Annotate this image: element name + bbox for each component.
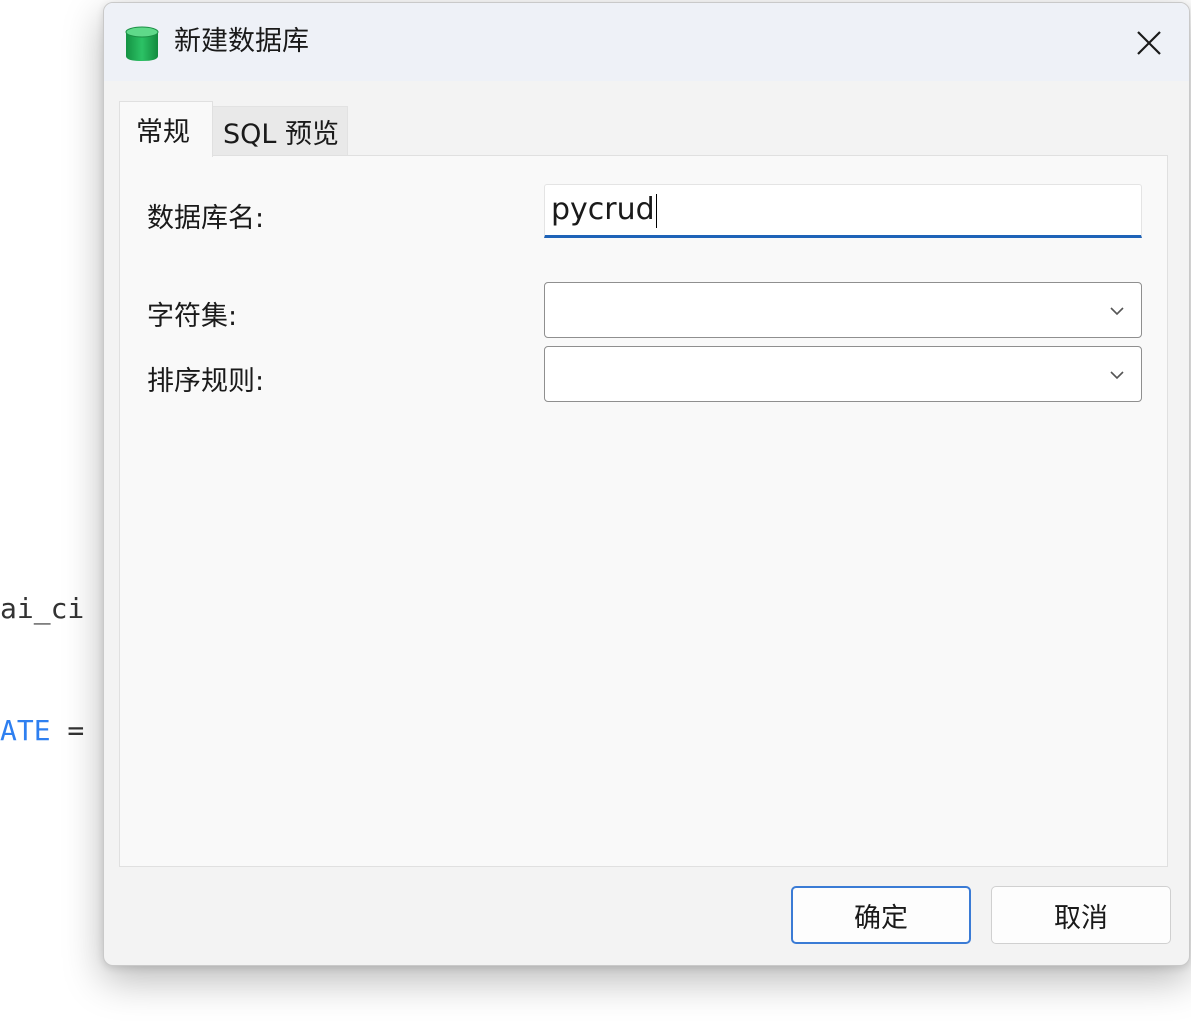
text-caret [655,193,657,228]
cancel-button[interactable]: 取消 [991,886,1171,944]
tab-sql-preview[interactable]: SQL 预览 [213,106,349,156]
background-code-line: ATE = [0,714,85,747]
charset-label: 字符集: [147,301,238,332]
close-button[interactable] [1127,21,1171,65]
dialog-titlebar: 新建数据库 [104,3,1189,81]
close-icon [1137,31,1161,55]
chevron-down-icon [1110,307,1124,316]
new-database-dialog: 新建数据库 常规 SQL 预览 数据库名: pycrud 字符集: 排序规则: [103,2,1190,966]
general-panel: 数据库名: pycrud 字符集: 排序规则: [119,155,1168,867]
db-name-input[interactable]: pycrud [544,184,1142,238]
collation-select[interactable] [544,346,1142,402]
collation-label: 排序规则: [147,366,265,397]
background-code-line: ai_ci [0,592,85,625]
tab-bar: 常规 SQL 预览 [119,101,349,157]
chevron-down-icon [1110,371,1124,380]
dialog-title: 新建数据库 [174,26,309,57]
database-icon [124,25,160,63]
db-name-label: 数据库名: [147,203,265,234]
charset-select[interactable] [544,282,1142,338]
ok-button[interactable]: 确定 [791,886,971,944]
db-name-value: pycrud [551,192,655,227]
tab-general[interactable]: 常规 [119,101,213,157]
